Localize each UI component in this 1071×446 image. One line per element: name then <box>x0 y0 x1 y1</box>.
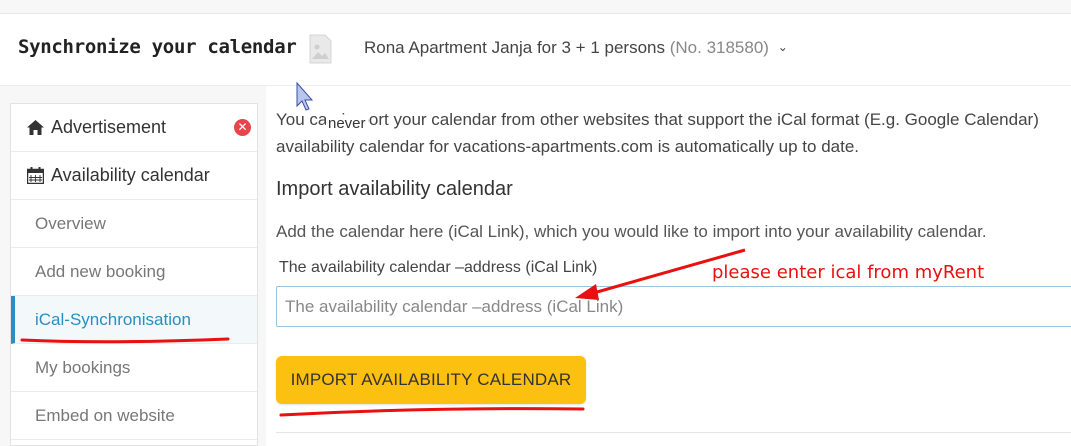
header: Synchronize your calendar Rona Apartment… <box>0 14 1071 86</box>
sidebar-item-add-new-booking[interactable]: Add new booking <box>11 248 257 296</box>
calendar-icon <box>25 167 45 184</box>
intro-text: You can import your calendar from other … <box>276 106 1071 160</box>
chevron-down-icon: ⌄ <box>777 40 788 54</box>
sidebar-item-ical-synchronisation[interactable]: iCal-Synchronisation <box>11 296 257 344</box>
annotation-text: please enter ical from myRent <box>712 262 985 283</box>
never-label: never <box>326 115 368 132</box>
section-title: Import availability calendar <box>276 178 513 200</box>
top-strip <box>0 0 1071 14</box>
property-name: Rona Apartment Janja for 3 + 1 persons <box>364 38 665 57</box>
ical-link-input[interactable] <box>276 286 1071 327</box>
property-number: (No. 318580) <box>669 38 769 57</box>
sidebar-item-label: Availability calendar <box>51 165 210 185</box>
sidebar-item-my-bookings[interactable]: My bookings <box>11 344 257 392</box>
sidebar-item-overview[interactable]: Overview <box>11 200 257 248</box>
section-description: Add the calendar here (iCal Link), which… <box>276 222 987 241</box>
page-title: Synchronize your calendar <box>18 36 297 58</box>
import-availability-calendar-button[interactable]: IMPORT AVAILABILITY CALENDAR <box>276 356 586 404</box>
intro-line-2: availability calendar for vacations-apar… <box>276 137 860 156</box>
home-icon <box>25 120 45 135</box>
ical-field-label: The availability calendar –address (iCal… <box>279 259 598 276</box>
sidebar-item-embed-on-website[interactable]: Embed on website <box>11 392 257 440</box>
divider <box>276 432 1071 433</box>
intro-line-1: You can import your calendar from other … <box>276 110 1039 129</box>
image-placeholder-icon <box>309 34 332 64</box>
sidebar: Advertisement ✕ Availability calendar Ov… <box>10 103 258 446</box>
sidebar-item-label: Advertisement <box>51 117 167 137</box>
close-icon[interactable]: ✕ <box>234 119 251 136</box>
property-selector[interactable]: Rona Apartment Janja for 3 + 1 persons (… <box>364 38 788 58</box>
sidebar-item-availability-calendar[interactable]: Availability calendar <box>11 152 257 200</box>
sidebar-item-advertisement[interactable]: Advertisement ✕ <box>11 104 257 152</box>
